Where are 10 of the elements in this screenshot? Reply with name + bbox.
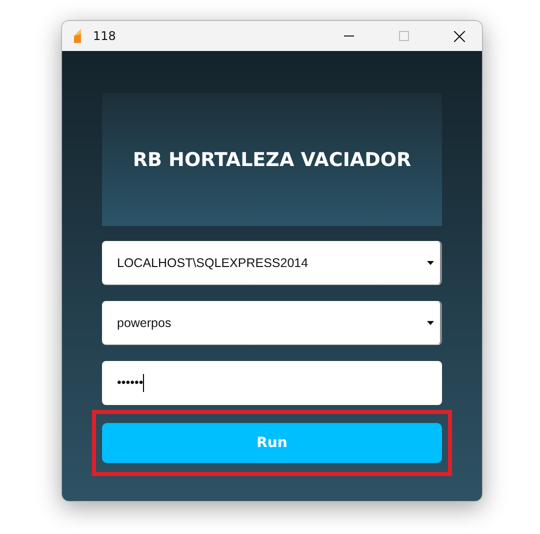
- app-heading: RB HORTALEZA VACIADOR: [132, 148, 412, 170]
- dropdown-field[interactable]: LOCALHOST\SQLEXPRESS2014: [102, 241, 442, 285]
- close-icon: [454, 30, 464, 42]
- password-field[interactable]: ••••••: [102, 361, 442, 405]
- dropdown-caret-icon: [427, 320, 434, 324]
- window-title: 118: [93, 29, 117, 43]
- maximize-icon: [399, 31, 409, 41]
- app-logo-icon: [72, 28, 84, 44]
- dropdown-caret-icon: [427, 260, 434, 264]
- dropdown-field[interactable]: powerpos: [102, 301, 442, 345]
